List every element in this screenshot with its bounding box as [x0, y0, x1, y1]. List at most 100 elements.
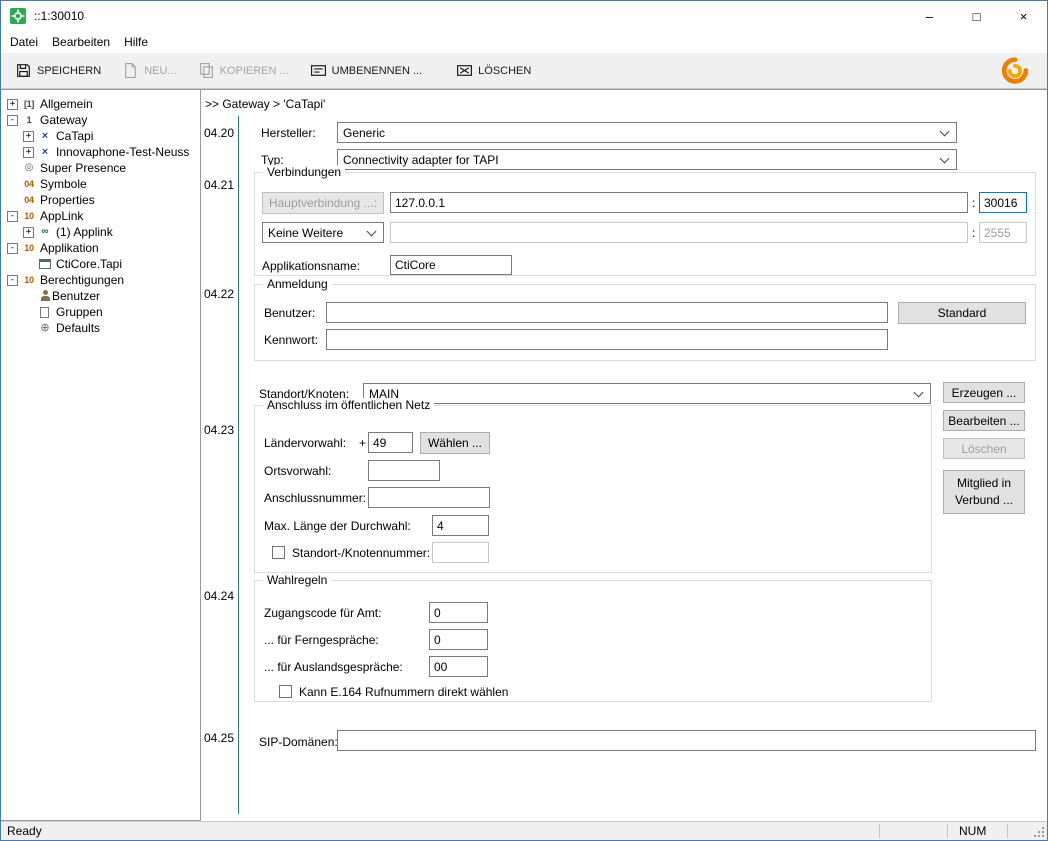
tree-item-label: (1) Applink — [56, 225, 113, 239]
host-input[interactable] — [390, 192, 968, 213]
status-bar: Ready NUM — [1, 821, 1047, 840]
tree-item-applink-1[interactable]: + ∞ (1) Applink — [1, 224, 200, 240]
knotennummer-input[interactable] — [432, 542, 489, 563]
hersteller-select[interactable]: Generic — [337, 122, 957, 143]
tree-item-innovaphone-test-neuss[interactable]: + × Innovaphone-Test-Neuss — [1, 144, 200, 160]
mitglied-in-verbund-button[interactable]: Mitglied in Verbund ... — [943, 470, 1025, 514]
laendervorwahl-input[interactable] — [368, 432, 413, 453]
applikationsname-input[interactable] — [390, 255, 512, 275]
tree-item-catapi[interactable]: + × CaTapi — [1, 128, 200, 144]
expander-icon[interactable]: + — [23, 147, 34, 158]
tree-item-benutzer[interactable]: Benutzer — [1, 288, 200, 304]
weitere-verbindung-select[interactable]: Keine Weitere — [262, 222, 384, 243]
app-window: ::1:30010 – □ × Datei Bearbeiten Hilfe S… — [0, 0, 1048, 841]
secondary-port-input[interactable] — [979, 222, 1027, 243]
waehlen-label: Wählen ... — [428, 436, 482, 450]
loeschen-standort-button: Löschen — [943, 438, 1025, 459]
loeschen-button[interactable]: LÖSCHEN — [449, 58, 538, 83]
bearbeiten-button[interactable]: Bearbeiten ... — [943, 410, 1025, 431]
anschlussnummer-label: Anschlussnummer: — [264, 491, 366, 505]
speichern-button[interactable]: SPEICHERN — [8, 58, 108, 83]
new-icon — [122, 62, 139, 79]
verbindungen-title: Verbindungen — [263, 165, 345, 179]
tree-item-allgemein[interactable]: + [1] Allgemein — [1, 96, 200, 112]
selected-value: Connectivity adapter for TAPI — [343, 153, 499, 167]
durchwahl-label: Max. Länge der Durchwahl: — [264, 519, 411, 533]
tree-item-applikation[interactable]: - 10 Applikation — [1, 240, 200, 256]
close-button[interactable]: × — [1000, 1, 1047, 31]
tree-item-properties[interactable]: 04 Properties — [1, 192, 200, 208]
tree-item-label: Allgemein — [40, 97, 93, 111]
benutzer-label: Benutzer: — [264, 306, 315, 320]
expander-icon[interactable]: - — [7, 243, 18, 254]
tree-item-label: Berechtigungen — [40, 273, 124, 287]
ferngespraeche-input[interactable] — [429, 629, 488, 650]
document-icon — [40, 307, 49, 318]
application-window-icon — [39, 259, 51, 269]
application-icon: 10 — [22, 242, 36, 254]
expander-icon[interactable]: + — [23, 227, 34, 238]
port-input[interactable] — [979, 192, 1027, 213]
expander-icon[interactable]: - — [7, 115, 18, 126]
anschluss-title: Anschluss im öffentlichen Netz — [263, 398, 434, 412]
ortsvorwahl-input[interactable] — [368, 460, 440, 481]
tree-item-gruppen[interactable]: Gruppen — [1, 304, 200, 320]
standort-knotennummer-checkbox[interactable] — [272, 546, 285, 559]
resize-grip[interactable] — [1031, 824, 1045, 838]
anschluss-group: Anschluss im öffentlichen Netz Ländervor… — [254, 405, 932, 573]
maximize-button[interactable]: □ — [953, 1, 1000, 31]
minimize-icon: – — [926, 9, 933, 24]
tapi-icon: × — [38, 130, 52, 142]
anschlussnummer-input[interactable] — [368, 487, 490, 508]
minimize-button[interactable]: – — [906, 1, 953, 31]
tree-item-defaults[interactable]: ⊕ Defaults — [1, 320, 200, 336]
chevron-down-icon — [940, 154, 950, 164]
standard-button[interactable]: Standard — [898, 302, 1026, 324]
brand-logo-icon — [995, 55, 1035, 87]
kennwort-input[interactable] — [326, 329, 888, 350]
category-icon: [1] — [22, 98, 36, 110]
e164-checkbox[interactable] — [279, 685, 292, 698]
gateway-icon: 1 — [22, 114, 36, 126]
waehlen-button[interactable]: Wählen ... — [420, 432, 490, 454]
chevron-down-icon — [940, 127, 950, 137]
tree-item-gateway[interactable]: - 1 Gateway — [1, 112, 200, 128]
tree-item-berechtigungen[interactable]: - 10 Berechtigungen — [1, 272, 200, 288]
knotennummer-label: Standort-/Knotennummer: — [292, 546, 430, 560]
num-lock-indicator: NUM — [959, 824, 986, 838]
expander-icon[interactable]: + — [7, 99, 18, 110]
anmeldung-group: Anmeldung Benutzer: Standard Kennwort: — [254, 284, 1036, 361]
umbenennen-button[interactable]: UMBENENNEN ... — [303, 58, 429, 83]
sip-domaenen-input[interactable] — [337, 730, 1036, 751]
amt-input[interactable] — [429, 602, 488, 623]
window-controls: – □ × — [906, 1, 1047, 31]
tree-item-super-presence[interactable]: ◎ Super Presence — [1, 160, 200, 176]
standort-knoten-select[interactable]: MAIN — [363, 383, 931, 404]
erzeugen-button[interactable]: Erzeugen ... — [943, 382, 1025, 403]
maximize-icon: □ — [973, 9, 981, 24]
menu-bearbeiten[interactable]: Bearbeiten — [45, 32, 117, 52]
auslandsgespraeche-input[interactable] — [429, 656, 488, 677]
erzeugen-label: Erzeugen ... — [952, 386, 1017, 400]
menu-datei[interactable]: Datei — [3, 32, 45, 52]
expander-icon[interactable]: - — [7, 211, 18, 222]
menu-hilfe[interactable]: Hilfe — [117, 32, 155, 52]
loeschen-label: LÖSCHEN — [478, 65, 531, 77]
statusbar-separator — [1007, 824, 1008, 838]
expander-icon[interactable]: + — [23, 131, 34, 142]
typ-select[interactable]: Connectivity adapter for TAPI — [337, 149, 957, 170]
section-number: 04.21 — [204, 178, 234, 192]
benutzer-input[interactable] — [326, 302, 888, 323]
wahlregeln-title: Wahlregeln — [263, 573, 331, 587]
tree-item-label: Defaults — [56, 321, 100, 335]
tree-item-label: Benutzer — [52, 289, 100, 303]
durchwahl-input[interactable] — [432, 515, 489, 536]
expander-icon[interactable]: - — [7, 275, 18, 286]
breadcrumb: >> Gateway > 'CaTapi' — [205, 97, 325, 111]
tree-item-symbole[interactable]: 04 Symbole — [1, 176, 200, 192]
permissions-icon: 10 — [22, 274, 36, 286]
tree-item-cticore-tapi[interactable]: CtiCore.Tapi — [1, 256, 200, 272]
secondary-host-input[interactable] — [390, 222, 968, 243]
copy-icon — [198, 62, 215, 79]
tree-item-applink[interactable]: - 10 AppLink — [1, 208, 200, 224]
